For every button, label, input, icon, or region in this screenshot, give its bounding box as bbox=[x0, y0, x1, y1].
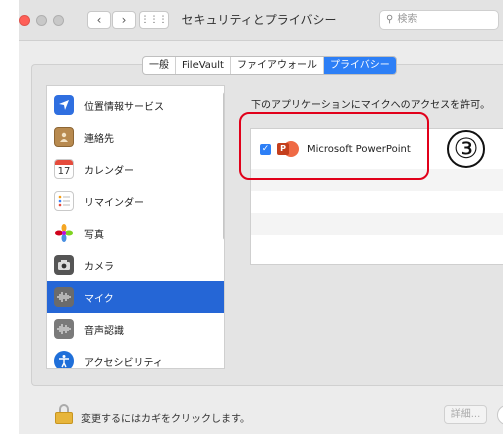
sidebar-item-label: 連絡先 bbox=[84, 133, 114, 145]
reminders-icon bbox=[54, 191, 74, 211]
sidebar-item-photos[interactable]: 写真 bbox=[47, 217, 224, 249]
step-marker: ③ bbox=[447, 130, 485, 168]
microphone-icon bbox=[54, 287, 74, 307]
sidebar-item-label: カレンダー bbox=[84, 165, 134, 177]
search-placeholder: 検索 bbox=[397, 14, 418, 25]
sidebar-item-label: アクセシビリティ bbox=[84, 357, 163, 369]
zoom-window-button[interactable] bbox=[53, 15, 64, 26]
sidebar-item-label: 位置情報サービス bbox=[84, 101, 164, 113]
calendar-icon: 17 bbox=[54, 159, 74, 179]
calendar-header-bar bbox=[55, 160, 73, 165]
sidebar-item-contacts[interactable]: 連絡先 bbox=[47, 121, 224, 153]
sidebar-scrollbar[interactable] bbox=[223, 92, 224, 240]
sidebar-item-label: マイク bbox=[84, 293, 114, 305]
preferences-window: ‹ › ⋮⋮⋮ セキュリティとプライバシー ⚲ 検索 一般 FileVault フ… bbox=[19, 0, 503, 434]
speech-recognition-icon bbox=[54, 319, 74, 339]
tab-filevault[interactable]: FileVault bbox=[176, 57, 231, 74]
sidebar-item-speech-recognition[interactable]: 音声認識 bbox=[47, 313, 224, 345]
sidebar-item-reminders[interactable]: リマインダー bbox=[47, 185, 224, 217]
tab-firewall[interactable]: ファイアウォール bbox=[231, 57, 324, 74]
sidebar-item-calendar[interactable]: 17 カレンダー bbox=[47, 153, 224, 185]
show-all-button[interactable]: ⋮⋮⋮ bbox=[139, 11, 169, 29]
window-title: セキュリティとプライバシー bbox=[181, 13, 337, 27]
sidebar-item-microphone[interactable]: マイク bbox=[47, 281, 224, 313]
tab-bar: 一般 FileVault ファイアウォール プライバシー bbox=[142, 56, 397, 75]
search-field[interactable]: ⚲ 検索 bbox=[379, 10, 499, 30]
chevron-left-icon: ‹ bbox=[96, 13, 102, 27]
sidebar-item-camera[interactable]: カメラ bbox=[47, 249, 224, 281]
minimize-window-button[interactable] bbox=[36, 15, 47, 26]
photos-icon bbox=[54, 223, 74, 243]
calendar-day: 17 bbox=[57, 166, 71, 177]
sidebar-item-location-services[interactable]: 位置情報サービス bbox=[47, 89, 224, 121]
list-stripe bbox=[251, 213, 503, 235]
contacts-icon bbox=[54, 127, 74, 147]
sidebar-item-label: 音声認識 bbox=[84, 325, 124, 337]
advanced-button[interactable]: 詳細... bbox=[444, 405, 487, 424]
accessibility-icon bbox=[54, 351, 74, 368]
forward-button[interactable]: › bbox=[112, 11, 136, 29]
location-icon bbox=[54, 95, 74, 115]
lock-icon[interactable] bbox=[55, 404, 73, 424]
sidebar-item-label: リマインダー bbox=[84, 197, 144, 209]
sidebar-item-label: カメラ bbox=[84, 261, 114, 273]
title-bar: ‹ › ⋮⋮⋮ セキュリティとプライバシー ⚲ 検索 bbox=[19, 0, 503, 41]
sidebar-item-accessibility[interactable]: アクセシビリティ bbox=[47, 345, 224, 369]
access-description: 下のアプリケーションにマイクへのアクセスを許可。 bbox=[251, 100, 491, 111]
grid-icon: ⋮⋮⋮ bbox=[140, 15, 168, 25]
annotation-highlight-box bbox=[239, 112, 429, 180]
chevron-right-icon: › bbox=[121, 13, 127, 27]
close-window-button[interactable] bbox=[19, 15, 30, 26]
search-icon: ⚲ bbox=[386, 14, 394, 25]
camera-icon bbox=[54, 255, 74, 275]
back-button[interactable]: ‹ bbox=[87, 11, 111, 29]
tab-privacy[interactable]: プライバシー bbox=[323, 57, 396, 74]
privacy-category-list: 位置情報サービス 連絡先 17 カレンダー リマインダー 写真 カメラ マイク … bbox=[46, 85, 225, 369]
lock-hint-text: 変更するにはカギをクリックします。 bbox=[81, 414, 250, 425]
tab-general[interactable]: 一般 bbox=[143, 57, 176, 74]
help-button[interactable]: ? bbox=[497, 405, 503, 425]
sidebar-item-label: 写真 bbox=[84, 229, 104, 241]
